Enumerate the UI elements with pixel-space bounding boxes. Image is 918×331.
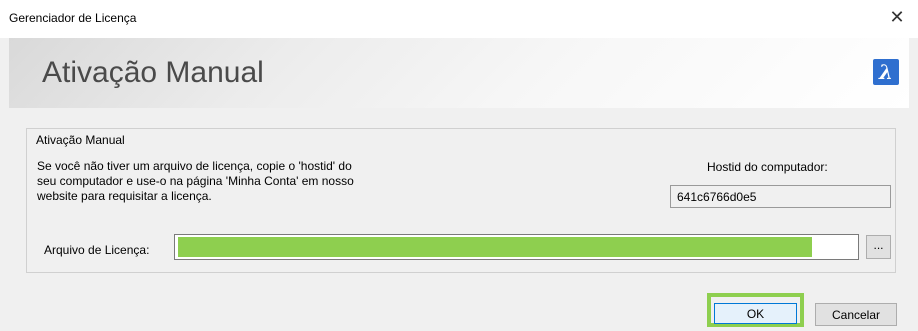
license-file-input[interactable] — [174, 234, 859, 260]
hostid-field[interactable]: 641c6766d0e5 — [670, 185, 891, 208]
instructions-line-1: Se você não tiver um arquivo de licença,… — [37, 159, 352, 173]
window-title: Gerenciador de Licença — [9, 11, 137, 25]
instructions-text: Se você não tiver um arquivo de licença,… — [37, 159, 437, 204]
ok-button[interactable]: OK — [714, 303, 797, 324]
browse-button[interactable]: ... — [866, 235, 891, 259]
title-bar: Gerenciador de Licença ✕ — [0, 0, 918, 38]
instructions-line-3: website para requisitar a licença. — [37, 189, 212, 203]
hostid-label: Hostid do computador: — [707, 160, 828, 174]
close-icon[interactable]: ✕ — [884, 4, 910, 30]
header-banner: Ativação Manual λ — [9, 38, 909, 108]
license-file-label: Arquivo de Licença: — [44, 243, 150, 257]
page-title: Ativação Manual — [42, 56, 264, 89]
license-file-highlight — [178, 237, 812, 257]
cancel-button[interactable]: Cancelar — [815, 303, 897, 326]
brand-logo-icon: λ — [873, 59, 899, 85]
group-legend: Ativação Manual — [32, 133, 129, 147]
instructions-line-2: seu computador e use-o na página 'Minha … — [37, 174, 354, 188]
